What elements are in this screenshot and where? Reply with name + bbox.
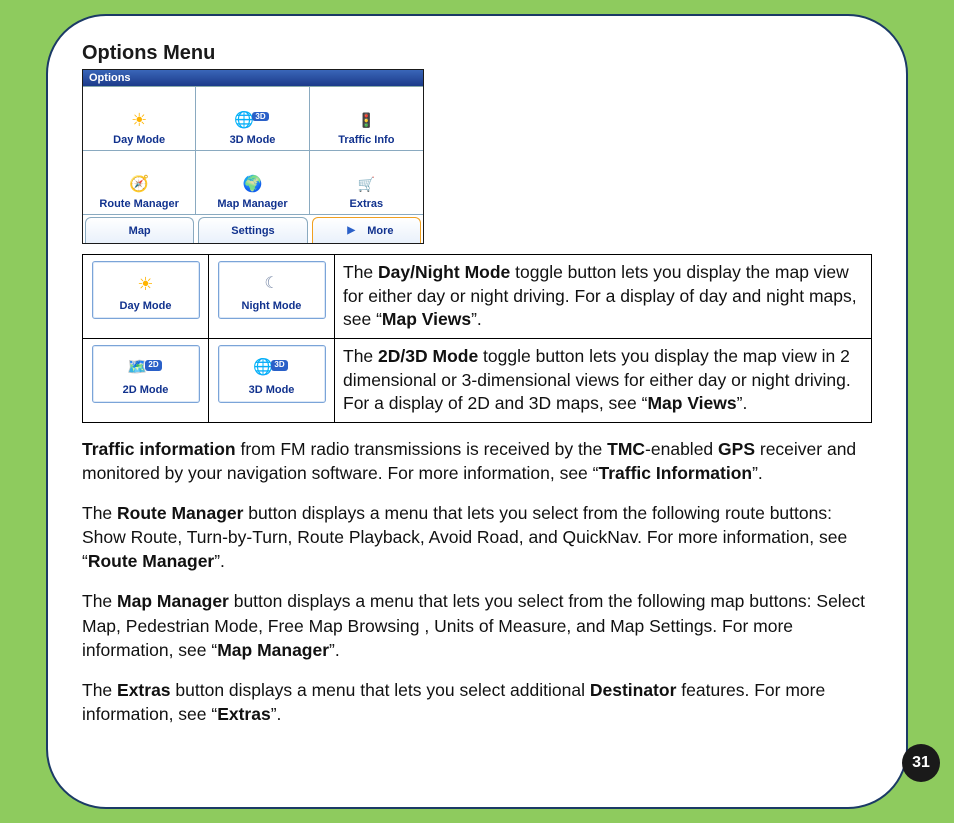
cell-2d-mode-btn: 2D 2D Mode: [83, 338, 209, 422]
options-window: Options ☀ Day Mode 3D 3D Mode Traffic In…: [82, 69, 424, 244]
badge-2d: 2D: [145, 360, 161, 371]
day-mode-button[interactable]: ☀ Day Mode: [92, 261, 200, 319]
option-3d-mode[interactable]: 3D 3D Mode: [196, 87, 309, 151]
cell-description: The Day/Night Mode toggle button lets yo…: [335, 255, 872, 339]
option-extras[interactable]: Extras: [310, 151, 423, 215]
option-label: Route Manager: [99, 198, 178, 210]
options-grid: ☀ Day Mode 3D 3D Mode Traffic Info Route…: [83, 86, 423, 215]
cell-night-mode-btn: ☾ Night Mode: [209, 255, 335, 339]
tab-settings[interactable]: Settings: [198, 217, 307, 243]
paragraph-map-manager: The Map Manager button displays a menu t…: [82, 589, 872, 661]
badge-3d: 3D: [252, 112, 268, 121]
button-label: Day Mode: [120, 299, 172, 314]
tab-map[interactable]: Map: [85, 217, 194, 243]
page-number-badge: 31: [902, 744, 940, 782]
play-icon: [339, 219, 363, 243]
cell-day-mode-btn: ☀ Day Mode: [83, 255, 209, 339]
option-day-mode[interactable]: ☀ Day Mode: [83, 87, 196, 151]
option-route-manager[interactable]: Route Manager: [83, 151, 196, 215]
button-label: 2D Mode: [123, 383, 169, 398]
paragraph-extras: The Extras button displays a menu that l…: [82, 678, 872, 726]
table-row: ☀ Day Mode ☾ Night Mode The Day/Night Mo…: [83, 255, 872, 339]
mode-3d-button[interactable]: 3D 3D Mode: [218, 345, 326, 403]
option-label: Extras: [350, 198, 384, 210]
options-tabs: Map Settings More: [83, 215, 423, 243]
route-icon: [127, 172, 151, 196]
option-label: Map Manager: [217, 198, 287, 210]
sun-icon: ☀: [134, 272, 158, 296]
map-manager-icon: [240, 172, 264, 196]
description-table: ☀ Day Mode ☾ Night Mode The Day/Night Mo…: [82, 254, 872, 423]
sun-icon: ☀: [127, 108, 151, 132]
extras-icon: [354, 172, 378, 196]
traffic-icon: [354, 108, 378, 132]
option-label: 3D Mode: [230, 134, 276, 146]
paragraph-traffic: Traffic information from FM radio transm…: [82, 437, 872, 485]
moon-icon: ☾: [260, 272, 284, 296]
paragraph-route-manager: The Route Manager button displays a menu…: [82, 501, 872, 573]
button-label: 3D Mode: [249, 383, 295, 398]
table-row: 2D 2D Mode 3D 3D Mode The 2D/3D Mode tog…: [83, 338, 872, 422]
section-heading: Options Menu: [82, 42, 872, 65]
option-label: Day Mode: [113, 134, 165, 146]
mode-2d-button[interactable]: 2D 2D Mode: [92, 345, 200, 403]
tab-more[interactable]: More: [312, 217, 421, 243]
cell-description: The 2D/3D Mode toggle button lets you di…: [335, 338, 872, 422]
options-titlebar: Options: [83, 70, 423, 86]
manual-page: Options Menu Options ☀ Day Mode 3D 3D Mo…: [46, 14, 908, 809]
badge-3d: 3D: [271, 360, 287, 371]
button-label: Night Mode: [242, 299, 302, 314]
option-traffic-info[interactable]: Traffic Info: [310, 87, 423, 151]
option-map-manager[interactable]: Map Manager: [196, 151, 309, 215]
night-mode-button[interactable]: ☾ Night Mode: [218, 261, 326, 319]
option-label: Traffic Info: [338, 134, 394, 146]
cell-3d-mode-btn: 3D 3D Mode: [209, 338, 335, 422]
